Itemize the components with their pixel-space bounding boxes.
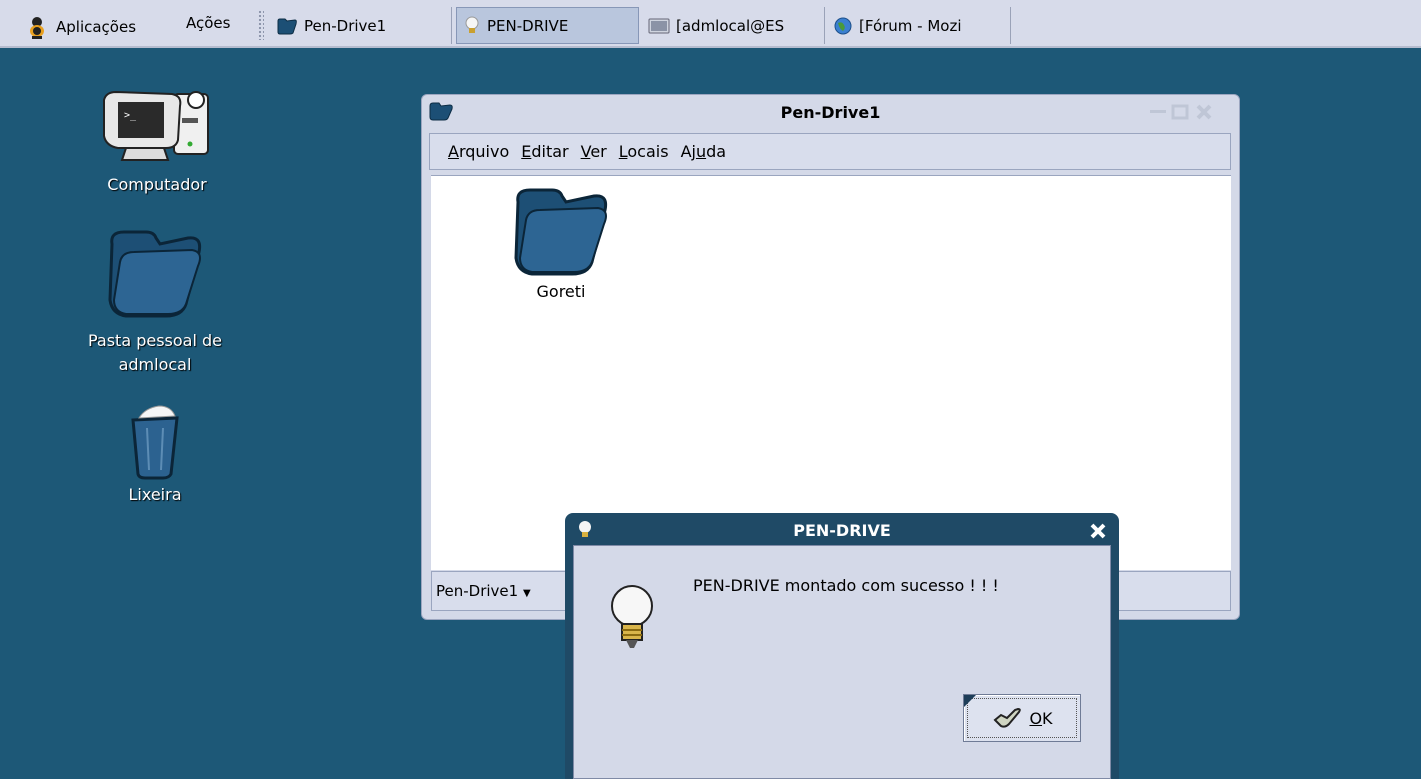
applications-menu[interactable]: Aplicações xyxy=(24,14,136,40)
computer-label: Computador xyxy=(107,175,207,194)
home-folder-icon xyxy=(108,230,202,318)
trash-label: Lixeira xyxy=(128,485,182,504)
menu-bar: Arquivo Editar Ver Locais Ajuda xyxy=(429,133,1231,170)
menu-help[interactable]: Ajuda xyxy=(681,142,727,161)
computer-icon: >_ xyxy=(103,90,209,161)
menu-view[interactable]: Ver xyxy=(581,142,607,161)
desktop-icon-home[interactable]: Pasta pessoal de admlocal xyxy=(50,222,260,377)
task-label: [admlocal@ES xyxy=(676,16,785,35)
dialog-body: PEN-DRIVE montado com sucesso ! ! ! OK xyxy=(573,545,1111,779)
folder-icon xyxy=(277,18,297,34)
ok-label: OK xyxy=(1029,708,1053,728)
minimize-icon[interactable] xyxy=(1148,103,1168,121)
globe-icon xyxy=(834,17,852,34)
top-panel: Aplicações Ações Pen-Drive1 PEN-DRIVE [a… xyxy=(0,0,1421,48)
file-item-goreti[interactable]: Goreti xyxy=(501,180,621,301)
applications-label: Aplicações xyxy=(56,18,137,36)
file-view[interactable]: Goreti xyxy=(431,175,1231,570)
actions-menu[interactable]: Ações xyxy=(186,14,230,32)
ok-button[interactable]: OK xyxy=(963,694,1081,742)
menu-places[interactable]: Locais xyxy=(619,142,669,161)
task-label: [Fórum - Mozi xyxy=(859,16,962,35)
menu-file[interactable]: Arquivo xyxy=(448,142,509,161)
actions-label: Ações xyxy=(186,14,231,32)
window-titlebar[interactable]: Pen-Drive1 xyxy=(422,95,1239,129)
folder-icon xyxy=(514,188,608,276)
terminal-icon xyxy=(648,18,670,33)
task-pen-drive-dialog[interactable]: PEN-DRIVE xyxy=(456,7,639,44)
home-label-line2: admlocal xyxy=(118,355,192,374)
dialog-title: PEN-DRIVE xyxy=(793,521,891,540)
task-pen-drive1[interactable]: Pen-Drive1 xyxy=(270,7,452,44)
maximize-icon[interactable] xyxy=(1170,103,1190,121)
check-hand-icon xyxy=(993,707,1022,728)
chevron-down-icon: ▼ xyxy=(522,588,531,599)
desktop-icon-computer[interactable]: >_ Computador xyxy=(52,84,262,197)
lightbulb-icon xyxy=(465,16,479,33)
home-label-line1: Pasta pessoal de xyxy=(87,331,223,350)
task-label: PEN-DRIVE xyxy=(487,16,569,35)
location-button[interactable]: Pen-Drive1 ▼ xyxy=(436,582,531,600)
panel-drag-handle[interactable] xyxy=(258,10,264,40)
desktop-icon-trash[interactable]: Lixeira xyxy=(50,404,260,507)
task-terminal[interactable]: [admlocal@ES xyxy=(642,7,825,44)
lightbulb-icon xyxy=(611,585,653,648)
window-title: Pen-Drive1 xyxy=(780,103,881,122)
close-icon[interactable] xyxy=(1089,522,1107,540)
location-label: Pen-Drive1 xyxy=(436,582,519,600)
trash-icon xyxy=(131,405,179,480)
svg-text:>_: >_ xyxy=(124,110,137,121)
task-label: Pen-Drive1 xyxy=(304,16,387,35)
gnome-foot-icon xyxy=(30,17,44,39)
menu-edit[interactable]: Editar xyxy=(521,142,568,161)
file-item-label: Goreti xyxy=(536,282,586,301)
close-icon[interactable] xyxy=(1194,103,1214,121)
pen-drive-dialog: PEN-DRIVE PEN-DRIVE montado com sucesso … xyxy=(565,513,1119,779)
dialog-message: PEN-DRIVE montado com sucesso ! ! ! xyxy=(693,576,999,595)
task-browser[interactable]: [Fórum - Mozi xyxy=(827,7,1011,44)
